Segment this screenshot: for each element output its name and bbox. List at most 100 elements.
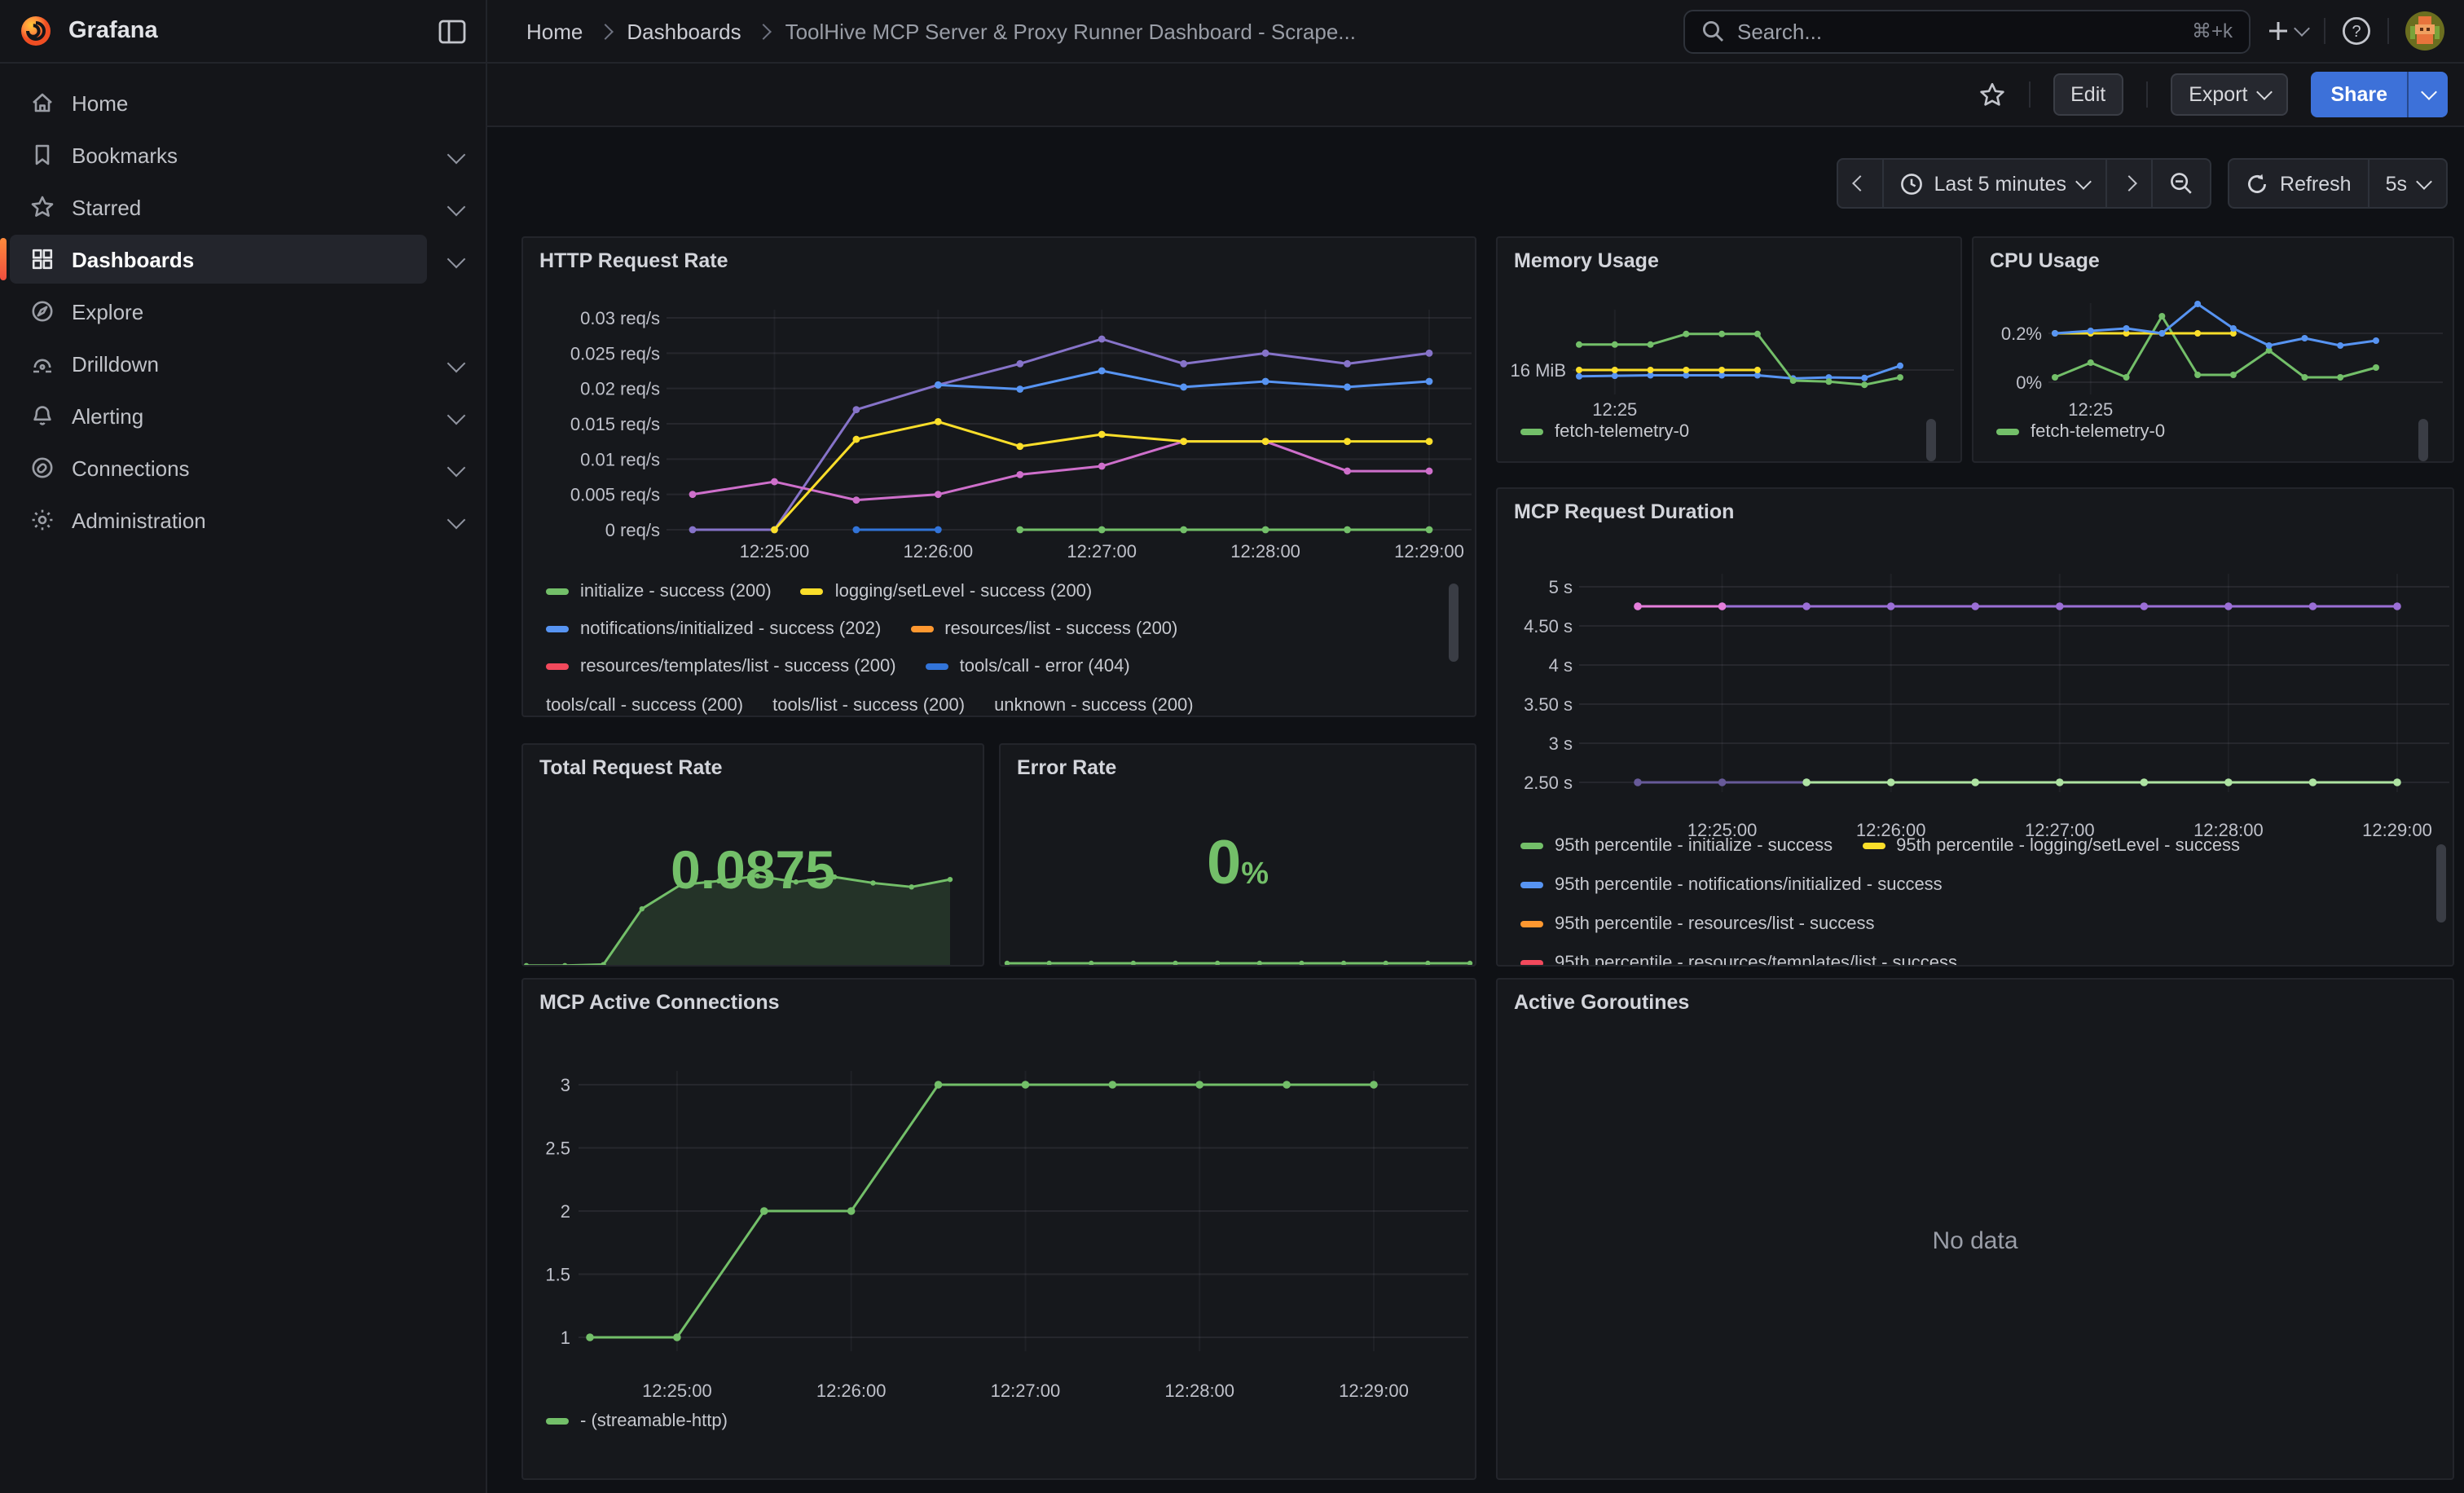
breadcrumb-dashboards[interactable]: Dashboards <box>627 19 741 43</box>
chevron-down-icon[interactable] <box>447 459 466 478</box>
panel-title[interactable]: Memory Usage <box>1514 249 1659 272</box>
legend-item[interactable]: fetch-telemetry-0 <box>1520 422 1689 442</box>
mcp-request-duration-chart[interactable]: 5 s4.50 s4 s3.50 s3 s2.50 s12:25:0012:26… <box>1498 489 2454 967</box>
legend-item[interactable]: 95th percentile - notifications/initiali… <box>1520 875 1943 895</box>
legend-item[interactable]: notifications/initialized - success (202… <box>546 619 881 639</box>
sidebar-item-home[interactable]: Home <box>10 78 427 127</box>
sidebar-item-label: Starred <box>72 195 427 219</box>
refresh-interval-picker[interactable]: 5s <box>2368 160 2446 207</box>
svg-text:0.025 req/s: 0.025 req/s <box>570 343 660 363</box>
link-icon <box>29 455 55 481</box>
refresh-button[interactable]: Refresh <box>2229 160 2368 207</box>
svg-text:12:26:00: 12:26:00 <box>904 541 974 562</box>
panel-title[interactable]: HTTP Request Rate <box>539 249 728 272</box>
legend-item[interactable]: resources/templates/list - success (200) <box>546 657 896 676</box>
chevron-down-icon <box>2257 84 2273 100</box>
sidebar-nav: HomeBookmarks Starred DashboardsExploreDri… <box>0 64 487 1493</box>
avatar[interactable] <box>2405 11 2444 51</box>
breadcrumb: Home Dashboards ToolHive MCP Server & Pr… <box>526 19 1356 43</box>
svg-text:12:27:00: 12:27:00 <box>991 1381 1061 1401</box>
sidebar-item-alerting[interactable]: Alerting <box>10 391 427 440</box>
sidebar-item-label: Connections <box>72 456 427 480</box>
legend-item[interactable]: fetch-telemetry-0 <box>1996 422 2165 442</box>
legend-item[interactable]: 95th percentile - resources/templates/li… <box>1520 953 1957 967</box>
legend-scrollbar[interactable] <box>1449 584 1459 662</box>
svg-text:12:26:00: 12:26:00 <box>816 1381 887 1401</box>
share-menu-button[interactable] <box>2407 72 2448 117</box>
plus-icon <box>2267 20 2290 42</box>
panel-mcp-request-duration: MCP Request Duration 5 s4.50 s4 s3.50 s3… <box>1496 487 2454 967</box>
chevron-down-icon[interactable] <box>447 198 466 217</box>
breadcrumb-separator-icon <box>755 24 772 40</box>
legend-scrollbar[interactable] <box>2418 419 2428 461</box>
star-icon[interactable] <box>1978 81 2005 108</box>
share-button[interactable]: Share <box>2312 72 2408 117</box>
sidebar-item-starred[interactable]: Starred <box>10 183 427 231</box>
sidebar-item-explore[interactable]: Explore <box>10 287 427 336</box>
no-data-message: No data <box>1498 1227 2453 1255</box>
panel-error-rate: Error Rate 0% <box>999 743 1476 967</box>
panel-active-goroutines: Active Goroutines No data <box>1496 978 2454 1480</box>
search-input[interactable]: Search... ⌘+k <box>1683 9 2251 53</box>
panel-title[interactable]: Total Request Rate <box>539 756 723 779</box>
legend-item[interactable]: tools/call - error (404) <box>926 657 1130 676</box>
add-button[interactable] <box>2267 20 2308 42</box>
legend-swatch-icon <box>1520 960 1543 967</box>
legend-item[interactable]: unknown - success (200) <box>994 696 1194 716</box>
svg-text:12:25: 12:25 <box>2068 399 2113 420</box>
legend-item[interactable]: logging/setLevel - success (200) <box>801 582 1093 601</box>
chevron-down-icon[interactable] <box>447 355 466 373</box>
svg-text:2: 2 <box>561 1201 570 1222</box>
legend-scrollbar[interactable] <box>2436 844 2446 923</box>
legend-item[interactable]: tools/list - success (200) <box>772 696 965 716</box>
svg-text:3.50 s: 3.50 s <box>1524 694 1573 715</box>
sidebar-item-connections[interactable]: Connections <box>10 443 427 492</box>
help-icon[interactable]: ? <box>2342 16 2371 46</box>
breadcrumb-home[interactable]: Home <box>526 19 583 43</box>
legend-scrollbar[interactable] <box>1926 419 1936 461</box>
svg-text:0.015 req/s: 0.015 req/s <box>570 414 660 434</box>
svg-text:1.5: 1.5 <box>545 1265 570 1285</box>
svg-text:12:29:00: 12:29:00 <box>1394 541 1464 562</box>
edit-button[interactable]: Edit <box>2053 73 2123 116</box>
export-button[interactable]: Export <box>2171 73 2288 116</box>
svg-text:12:25:00: 12:25:00 <box>642 1381 712 1401</box>
legend-item[interactable]: - (streamable-http) <box>546 1412 728 1431</box>
legend-item[interactable]: 95th percentile - initialize - success <box>1520 836 1833 856</box>
chevron-down-icon[interactable] <box>447 511 466 530</box>
time-back-button[interactable] <box>1837 160 1881 207</box>
sidebar-item-dashboards[interactable]: Dashboards <box>10 235 427 284</box>
chevron-down-icon[interactable] <box>447 146 466 165</box>
legend-swatch-icon <box>910 626 933 632</box>
legend-item[interactable]: 95th percentile - resources/list - succe… <box>1520 914 1875 934</box>
panel-title[interactable]: MCP Request Duration <box>1514 500 1734 523</box>
sidebar-item-administration[interactable]: Administration <box>10 495 427 544</box>
http-request-rate-chart[interactable]: 0 req/s0.005 req/s0.01 req/s0.015 req/s0… <box>523 238 1476 717</box>
svg-text:1: 1 <box>561 1328 570 1348</box>
sidebar-toggle-icon[interactable] <box>438 19 466 43</box>
export-label: Export <box>2189 83 2247 106</box>
sidebar-item-bookmarks[interactable]: Bookmarks <box>10 130 427 179</box>
chevron-down-icon[interactable] <box>447 250 466 269</box>
mcp-active-connections-chart[interactable]: 11.522.5312:25:0012:26:0012:27:0012:28:0… <box>523 980 1476 1480</box>
svg-text:0.2%: 0.2% <box>2001 324 2042 344</box>
panel-title[interactable]: MCP Active Connections <box>539 991 780 1014</box>
panel-title[interactable]: Active Goroutines <box>1514 991 1689 1014</box>
zoom-out-button[interactable] <box>2151 160 2210 207</box>
panel-http-request-rate: HTTP Request Rate 0 req/s0.005 req/s0.01… <box>521 236 1476 717</box>
chevron-down-icon[interactable] <box>447 407 466 425</box>
share-split-button: Share <box>2312 72 2449 117</box>
refresh-icon <box>2246 172 2268 195</box>
legend-item[interactable]: resources/list - success (200) <box>910 619 1177 639</box>
chevron-left-icon <box>1852 175 1868 192</box>
legend-item[interactable]: initialize - success (200) <box>546 582 772 601</box>
legend-item[interactable]: 95th percentile - logging/setLevel - suc… <box>1862 836 2240 856</box>
sidebar-item-drilldown[interactable]: Drilldown <box>10 339 427 388</box>
panel-title[interactable]: CPU Usage <box>1990 249 2100 272</box>
panel-title[interactable]: Error Rate <box>1017 756 1116 779</box>
legend-swatch-icon <box>546 626 569 632</box>
bookmark-icon <box>29 142 55 168</box>
time-forward-button[interactable] <box>2105 160 2151 207</box>
time-range-picker[interactable]: Last 5 minutes <box>1881 160 2105 207</box>
legend-item[interactable]: tools/call - success (200) <box>546 696 743 716</box>
